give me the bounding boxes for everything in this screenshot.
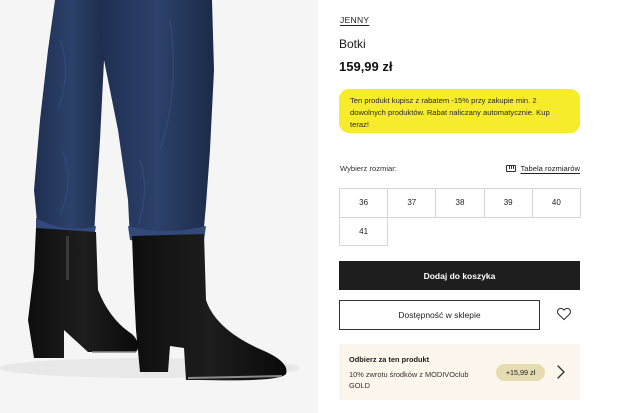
store-availability-button[interactable]: Dostępność w sklepie [339,300,540,330]
size-option-36[interactable]: 36 [339,188,389,218]
ruler-icon [506,165,517,172]
heart-icon[interactable] [556,306,572,322]
club-title: Odbierz za ten produkt [349,355,430,364]
size-table-label: Tabela rozmiarów [520,164,580,173]
club-text: 10% zwrotu środków z MODIVOclub GOLD [349,370,469,390]
size-table-link[interactable]: Tabela rozmiarów [506,164,580,173]
product-image [0,0,318,413]
size-option-38[interactable]: 38 [435,188,485,218]
product-name: Botki [339,37,366,51]
club-badge: +15,99 zł [496,364,545,381]
size-label: Wybierz rozmiar: [340,164,397,173]
size-option-41[interactable]: 41 [339,216,389,246]
add-to-cart-button[interactable]: Dodaj do koszyka [339,261,580,290]
size-option-37[interactable]: 37 [387,188,437,218]
brand-link[interactable]: JENNY [340,15,369,25]
product-details: JENNY Botki 159,99 zł Ten produkt kupisz… [339,0,581,413]
promo-banner[interactable]: Ten produkt kupisz z rabatem -15% przy z… [339,89,580,133]
size-selector-header: Wybierz rozmiar: Tabela rozmiarów [339,164,580,176]
promo-text: Ten produkt kupisz z rabatem -15% przy z… [350,96,550,130]
product-photo-ankle-boots [0,0,318,413]
size-option-40[interactable]: 40 [531,188,581,218]
chevron-right-icon[interactable] [555,363,567,381]
size-grid: 36 37 38 39 40 41 [339,188,581,246]
product-price: 159,99 zł [339,59,393,74]
club-cashback-panel[interactable]: Odbierz za ten produkt 10% zwrotu środkó… [339,344,580,400]
size-option-39[interactable]: 39 [483,188,533,218]
